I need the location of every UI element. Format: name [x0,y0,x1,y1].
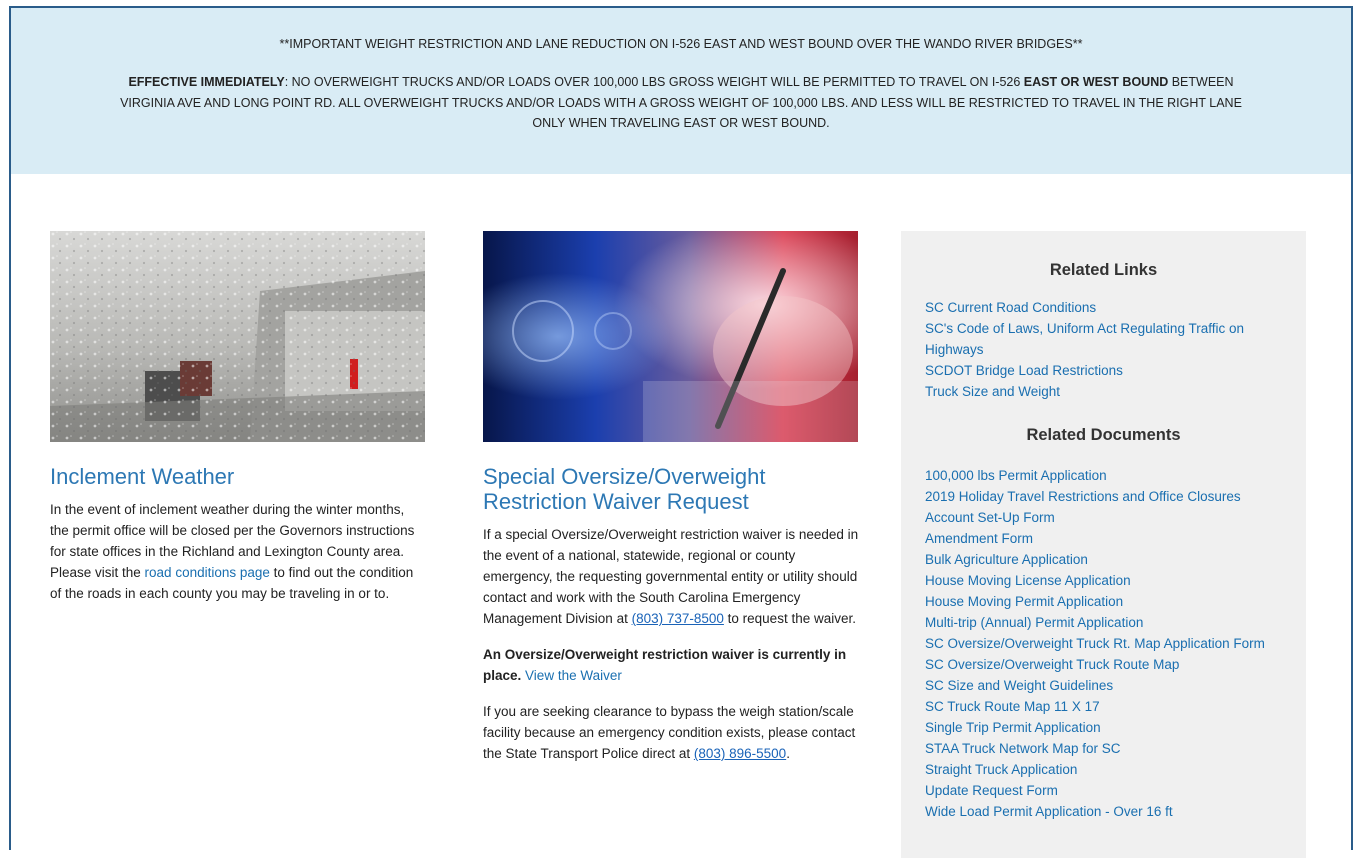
transport-police-phone-link[interactable]: (803) 896-5500 [694,746,786,761]
page-frame: **IMPORTANT WEIGHT RESTRICTION AND LANE … [9,6,1353,858]
weather-text: In the event of inclement weather during… [50,499,426,604]
document-link[interactable]: SC Truck Route Map 11 X 17 [925,699,1100,714]
waiver-paragraph-3: If you are seeking clearance to bypass t… [483,701,859,764]
related-documents-heading: Related Documents [1026,426,1181,444]
document-item: STAA Truck Network Map for SC [925,738,1306,759]
related-documents-list: 100,000 lbs Permit Application 2019 Holi… [901,465,1306,822]
waiver-paragraph-1: If a special Oversize/Overweight restric… [483,524,859,629]
waiver-p3-text: If you are seeking clearance to bypass t… [483,704,856,761]
document-link[interactable]: Account Set-Up Form [925,510,1055,525]
alert-body: EFFECTIVE IMMEDIATELY: NO OVERWEIGHT TRU… [106,72,1256,134]
related-links-list: SC Current Road Conditions SC's Code of … [901,297,1306,402]
alert-bold-2: EAST OR WEST BOUND [1023,75,1169,89]
waiver-title: Special Oversize/Overweight Restriction … [483,464,766,514]
related-link[interactable]: Truck Size and Weight [925,384,1060,399]
document-link[interactable]: House Moving Permit Application [925,594,1123,609]
alert-banner: **IMPORTANT WEIGHT RESTRICTION AND LANE … [11,8,1351,174]
document-item: Multi-trip (Annual) Permit Application [925,612,1306,633]
document-link[interactable]: 2019 Holiday Travel Restrictions and Off… [925,489,1241,504]
document-link[interactable]: Wide Load Permit Application - Over 16 f… [925,804,1173,819]
document-item: 100,000 lbs Permit Application [925,465,1306,486]
document-item: Wide Load Permit Application - Over 16 f… [925,801,1306,822]
document-item: Update Request Form [925,780,1306,801]
document-item: House Moving Permit Application [925,591,1306,612]
related-link-item: SC Current Road Conditions [925,297,1306,318]
document-item: House Moving License Application [925,570,1306,591]
document-item: 2019 Holiday Travel Restrictions and Off… [925,486,1306,507]
weather-card: Inclement Weather In the event of inclem… [50,231,426,604]
waiver-photo [483,231,858,442]
document-item: Account Set-Up Form [925,507,1306,528]
waiver-p3-after: . [786,746,790,761]
document-link[interactable]: Update Request Form [925,783,1058,798]
alert-text-1: : NO OVERWEIGHT TRUCKS AND/OR LOADS OVER… [284,75,1024,89]
document-item: SC Truck Route Map 11 X 17 [925,696,1306,717]
document-link[interactable]: STAA Truck Network Map for SC [925,741,1121,756]
road-conditions-link[interactable]: road conditions page [145,565,270,580]
waiver-p1-after: to request the waiver. [723,611,856,626]
waiver-paragraph-2: An Oversize/Overweight restriction waive… [483,644,859,686]
related-link-item: Truck Size and Weight [925,381,1306,402]
document-link[interactable]: House Moving License Application [925,573,1131,588]
document-link[interactable]: Bulk Agriculture Application [925,552,1088,567]
weather-title: Inclement Weather [50,464,235,489]
document-link[interactable]: SC Oversize/Overweight Truck Rt. Map App… [925,636,1265,651]
weather-photo [50,231,425,442]
document-item: Bulk Agriculture Application [925,549,1306,570]
document-item: Single Trip Permit Application [925,717,1306,738]
document-item: Straight Truck Application [925,759,1306,780]
document-item: Amendment Form [925,528,1306,549]
document-link[interactable]: SC Size and Weight Guidelines [925,678,1113,693]
related-link-item: SC's Code of Laws, Uniform Act Regulatin… [925,318,1306,360]
waiver-card: Special Oversize/Overweight Restriction … [483,231,859,779]
alert-effective-label: EFFECTIVE IMMEDIATELY [128,75,285,89]
document-link[interactable]: SC Oversize/Overweight Truck Route Map [925,657,1179,672]
related-link-item: SCDOT Bridge Load Restrictions [925,360,1306,381]
emergency-phone-link[interactable]: (803) 737-8500 [632,611,724,626]
alert-headline: **IMPORTANT WEIGHT RESTRICTION AND LANE … [279,37,1083,51]
document-link[interactable]: Single Trip Permit Application [925,720,1101,735]
related-link[interactable]: SC Current Road Conditions [925,300,1096,315]
related-link[interactable]: SC's Code of Laws, Uniform Act Regulatin… [925,321,1244,357]
document-link[interactable]: Amendment Form [925,531,1033,546]
document-link[interactable]: 100,000 lbs Permit Application [925,468,1107,483]
related-links-heading: Related Links [1049,261,1158,279]
document-item: SC Oversize/Overweight Truck Rt. Map App… [925,633,1306,654]
document-item: SC Oversize/Overweight Truck Route Map [925,654,1306,675]
view-waiver-link[interactable]: View the Waiver [525,668,622,683]
document-link[interactable]: Multi-trip (Annual) Permit Application [925,615,1143,630]
document-link[interactable]: Straight Truck Application [925,762,1077,777]
related-link[interactable]: SCDOT Bridge Load Restrictions [925,363,1123,378]
document-item: SC Size and Weight Guidelines [925,675,1306,696]
sidebar: Related Links SC Current Road Conditions… [901,231,1306,858]
